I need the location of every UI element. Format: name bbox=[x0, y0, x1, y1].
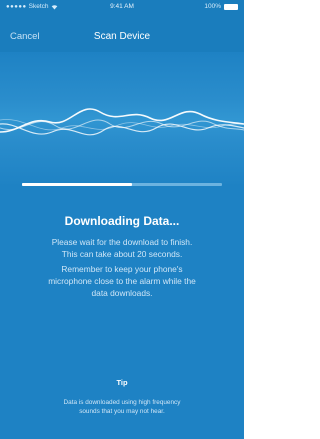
wait-instructions: Please wait for the download to finish. … bbox=[10, 236, 234, 260]
battery-percent: 100% bbox=[204, 3, 221, 10]
wait-line-2: This can take about 20 seconds. bbox=[61, 249, 183, 259]
download-progress-bar bbox=[22, 183, 222, 186]
sound-wave-banner bbox=[0, 52, 244, 187]
microphone-instructions: Remember to keep your phone's microphone… bbox=[10, 263, 234, 299]
downloading-title: Downloading Data... bbox=[64, 214, 180, 228]
microphone-line-2: microphone close to the alarm while the bbox=[48, 276, 196, 286]
sound-wave-icon bbox=[0, 108, 244, 136]
scan-device-screen: ●●●●● Sketch 9:41 AM 100% Cancel Scan De… bbox=[0, 0, 244, 439]
battery-icon bbox=[224, 3, 238, 10]
wait-line-1: Please wait for the download to finish. bbox=[51, 237, 193, 247]
tip-line-2: sounds that you may not hear. bbox=[79, 408, 165, 415]
status-bar: ●●●●● Sketch 9:41 AM 100% bbox=[0, 0, 244, 14]
download-progress-fill bbox=[22, 183, 132, 186]
microphone-line-3: data downloads. bbox=[91, 288, 153, 298]
page-title: Scan Device bbox=[93, 31, 151, 42]
nav-bar: Cancel Scan Device bbox=[0, 14, 244, 52]
microphone-line-1: Remember to keep your phone's bbox=[61, 264, 183, 274]
tip-label: Tip bbox=[116, 378, 128, 387]
tip-text: Data is downloaded using high frequency … bbox=[20, 398, 224, 416]
tip-line-1: Data is downloaded using high frequency bbox=[63, 399, 181, 406]
status-right: 100% bbox=[204, 3, 238, 10]
